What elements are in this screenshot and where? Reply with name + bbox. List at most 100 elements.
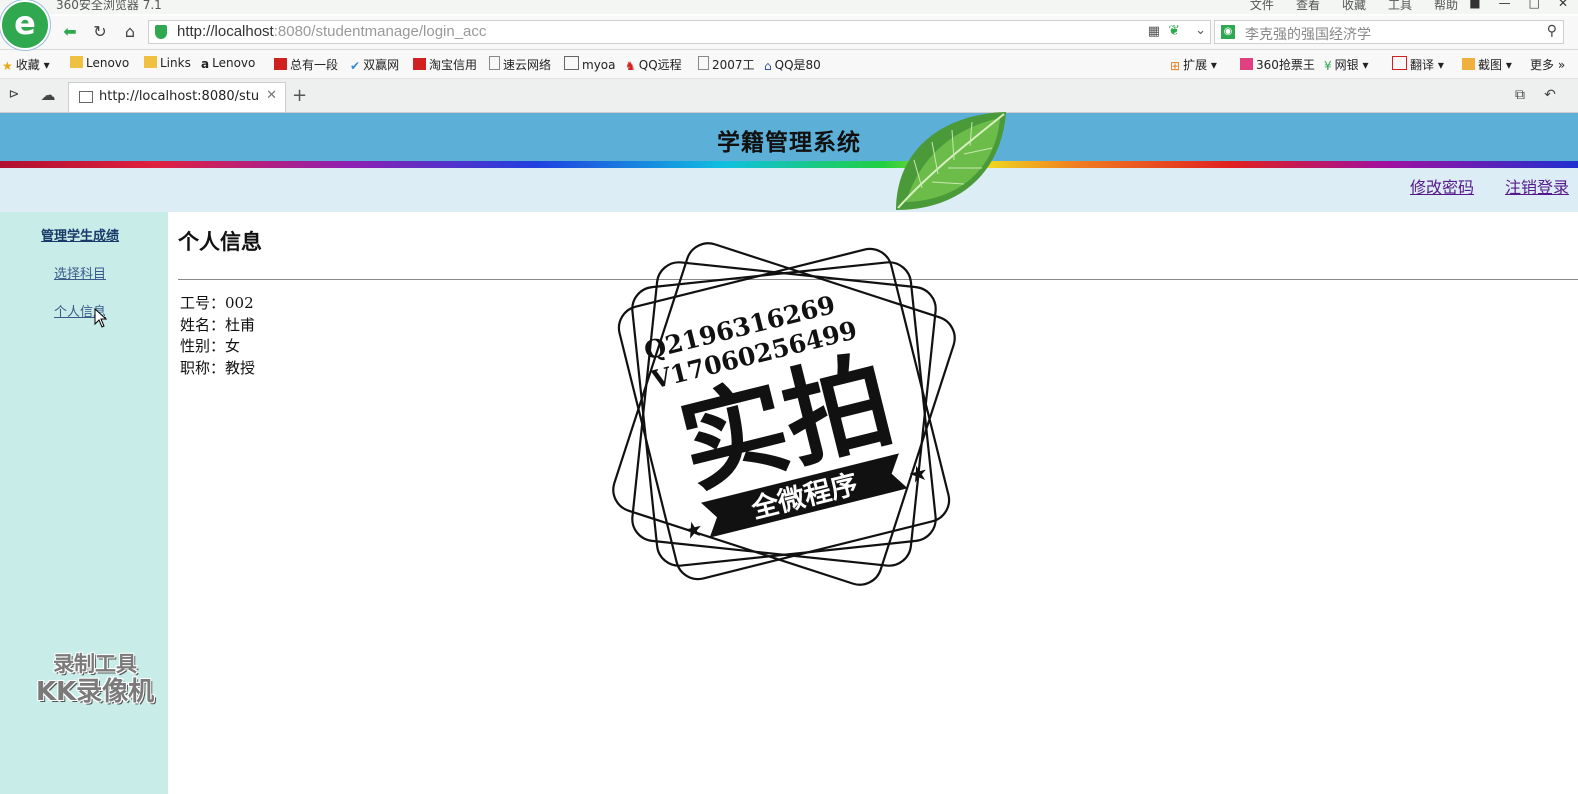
news-icon — [274, 58, 287, 70]
page-title: 个人信息 — [178, 229, 262, 254]
watermark-line1: 录制工具 — [53, 652, 137, 676]
tool-more[interactable]: 更多 » — [1530, 56, 1565, 73]
mouse-pointer-icon — [94, 308, 108, 328]
bookmark-lenovo[interactable]: a Lenovo — [201, 56, 256, 71]
speed-mode-icon[interactable]: ❦ — [1168, 23, 1180, 39]
bookmark-favorites[interactable]: ★ 收藏 ▾ — [2, 56, 50, 73]
field-label: 性别： — [180, 337, 226, 355]
bookmark-label: Links — [160, 56, 191, 70]
tool-screenshot[interactable]: 截图 ▾ — [1462, 56, 1512, 73]
bookmark-label: 收藏 — [15, 58, 40, 72]
menu-tools[interactable]: 工具 — [1388, 0, 1412, 13]
tool-label: 更多 — [1530, 58, 1555, 72]
bookmark-qq-remote[interactable]: ♞ QQ远程 — [625, 56, 682, 73]
window-maximize-button[interactable]: □ — [1529, 0, 1540, 10]
amazon-icon: a — [201, 57, 210, 71]
address-bar[interactable]: http://localhost:8080/studentmanage/logi… — [148, 20, 1211, 44]
back-arrow-icon[interactable]: ⬅ — [60, 22, 80, 42]
qr-code-icon[interactable]: ▦ — [1148, 24, 1160, 39]
tool-ticket[interactable]: 360抢票王 — [1240, 56, 1315, 73]
bookmark-myoa[interactable]: myoa — [564, 56, 616, 72]
folder-icon — [70, 56, 83, 68]
window-close-button[interactable]: ✕ — [1558, 0, 1568, 10]
star-icon: ★ — [2, 59, 13, 73]
bookmark-lenovo-folder[interactable]: Lenovo — [70, 56, 129, 70]
bookmark-label: Lenovo — [212, 56, 256, 70]
change-password-link[interactable]: 修改密码 — [1410, 174, 1474, 198]
refresh-icon[interactable]: ↻ — [90, 22, 110, 42]
watermark-line2: KK录像机 — [35, 677, 155, 707]
tab-close-icon[interactable]: ✕ — [266, 88, 277, 103]
info-row-name: 姓名：杜甫 — [180, 314, 255, 335]
search-input[interactable]: 李克强的强国经济学 — [1245, 24, 1371, 44]
translate-icon — [1392, 56, 1407, 70]
recorder-watermark: 录制工具 KK录像机 — [20, 650, 170, 706]
sidebar-item-personal-info[interactable]: 个人信息 — [0, 301, 160, 320]
field-label: 工号： — [180, 294, 226, 312]
bookmark-label: 淘宝信用 — [429, 58, 478, 72]
page-icon — [698, 56, 709, 70]
sidebar-toggle-icon[interactable]: ⊳ — [4, 85, 24, 105]
sidebar: 管理学生成绩 选择科目 个人信息 录制工具 KK录像机 — [0, 212, 168, 794]
tool-translate[interactable]: 翻译 ▾ — [1392, 56, 1444, 73]
info-row-gender: 性别：女 — [180, 335, 240, 356]
bookmark-label: QQ是80 — [774, 58, 821, 72]
menu-favorites[interactable]: 收藏 — [1342, 0, 1366, 13]
sidebar-item-manage-grades[interactable]: 管理学生成绩 — [0, 225, 160, 244]
menu-file[interactable]: 文件 — [1250, 0, 1274, 13]
field-label: 姓名： — [180, 316, 226, 334]
bookmark-taobao-credit[interactable]: 淘宝信用 — [413, 56, 477, 73]
bookmark-links-folder[interactable]: Links — [144, 56, 191, 70]
tab-title: http://localhost:8080/student — [99, 89, 259, 104]
new-tab-icon[interactable]: + — [292, 85, 307, 106]
bookmark-zongyouyiduan[interactable]: 总有一段 — [274, 56, 338, 73]
sidebar-item-select-subject[interactable]: 选择科目 — [0, 263, 160, 282]
field-value: 杜甫 — [225, 316, 256, 334]
logout-link[interactable]: 注销登录 — [1505, 174, 1569, 198]
bird-icon: ✔ — [350, 59, 361, 73]
tool-label: 360抢票王 — [1256, 58, 1315, 72]
bookmark-shuangying[interactable]: ✔ 双赢网 — [350, 56, 399, 73]
search-engine-icon[interactable]: ◉ — [1221, 25, 1235, 39]
address-dropdown-icon[interactable]: ⌄ — [1195, 23, 1206, 38]
tool-label: 翻译 — [1410, 58, 1435, 72]
bookmark-qq80[interactable]: ⌂ QQ是80 — [764, 56, 821, 73]
tab-active[interactable]: http://localhost:8080/student ✕ — [68, 82, 286, 112]
page-favicon-icon — [79, 91, 93, 103]
url-text[interactable]: http://localhost:8080/studentmanage/logi… — [177, 23, 486, 40]
window-minimize-button[interactable]: — — [1499, 0, 1511, 10]
browser-title-bar: 360安全浏览器 7.1 文件 查看 收藏 工具 帮助 ■ — □ ✕ — [0, 0, 1578, 14]
yen-icon: ¥ — [1324, 59, 1332, 73]
bookmark-label: QQ远程 — [638, 58, 682, 72]
bookmark-label: 双赢网 — [363, 58, 400, 72]
tool-extensions[interactable]: ⊞ 扩展 ▾ — [1170, 56, 1217, 73]
bookmark-2007[interactable]: 2007工 — [698, 56, 755, 73]
search-box[interactable]: ◉ 李克强的强国经济学 ⚲ — [1214, 20, 1564, 44]
bank-icon: ⌂ — [764, 59, 772, 73]
star-icon: ★ — [906, 460, 931, 489]
ticket-icon — [1240, 58, 1253, 70]
bookmark-suyun[interactable]: 速云网络 — [489, 56, 551, 73]
restore-tabs-icon[interactable]: ⧉ — [1510, 85, 1530, 105]
field-value: 教授 — [225, 359, 256, 377]
home-icon[interactable]: ⌂ — [120, 22, 140, 42]
browser-logo-icon: e — [14, 4, 36, 42]
search-icon[interactable]: ⚲ — [1547, 23, 1557, 39]
system-title: 学籍管理系统 — [717, 129, 861, 156]
tool-label: 扩展 — [1183, 58, 1208, 72]
bookmark-label: Lenovo — [86, 56, 130, 70]
tool-label: 网银 — [1334, 58, 1359, 72]
info-row-staff-id: 工号：002 — [180, 292, 254, 313]
undo-close-icon[interactable]: ↶ — [1540, 85, 1560, 105]
cloud-icon[interactable]: ☁ — [38, 85, 58, 105]
tool-label: 截图 — [1478, 58, 1503, 72]
image-icon — [564, 56, 579, 70]
tool-netbank[interactable]: ¥ 网银 ▾ — [1324, 56, 1369, 73]
menu-help[interactable]: 帮助 — [1434, 0, 1458, 13]
header-link-bar: 修改密码 注销登录 — [0, 168, 1578, 212]
browser-logo[interactable]: e — [0, 0, 50, 50]
window-skin-button[interactable]: ■ — [1469, 0, 1480, 10]
bookmarks-bar: ★ 收藏 ▾ Lenovo Links a Lenovo 总有一段 ✔ 双赢网 淘宝信… — [0, 50, 1578, 79]
menu-view[interactable]: 查看 — [1296, 0, 1320, 13]
window-controls: ■ — □ ✕ — [1469, 0, 1568, 10]
